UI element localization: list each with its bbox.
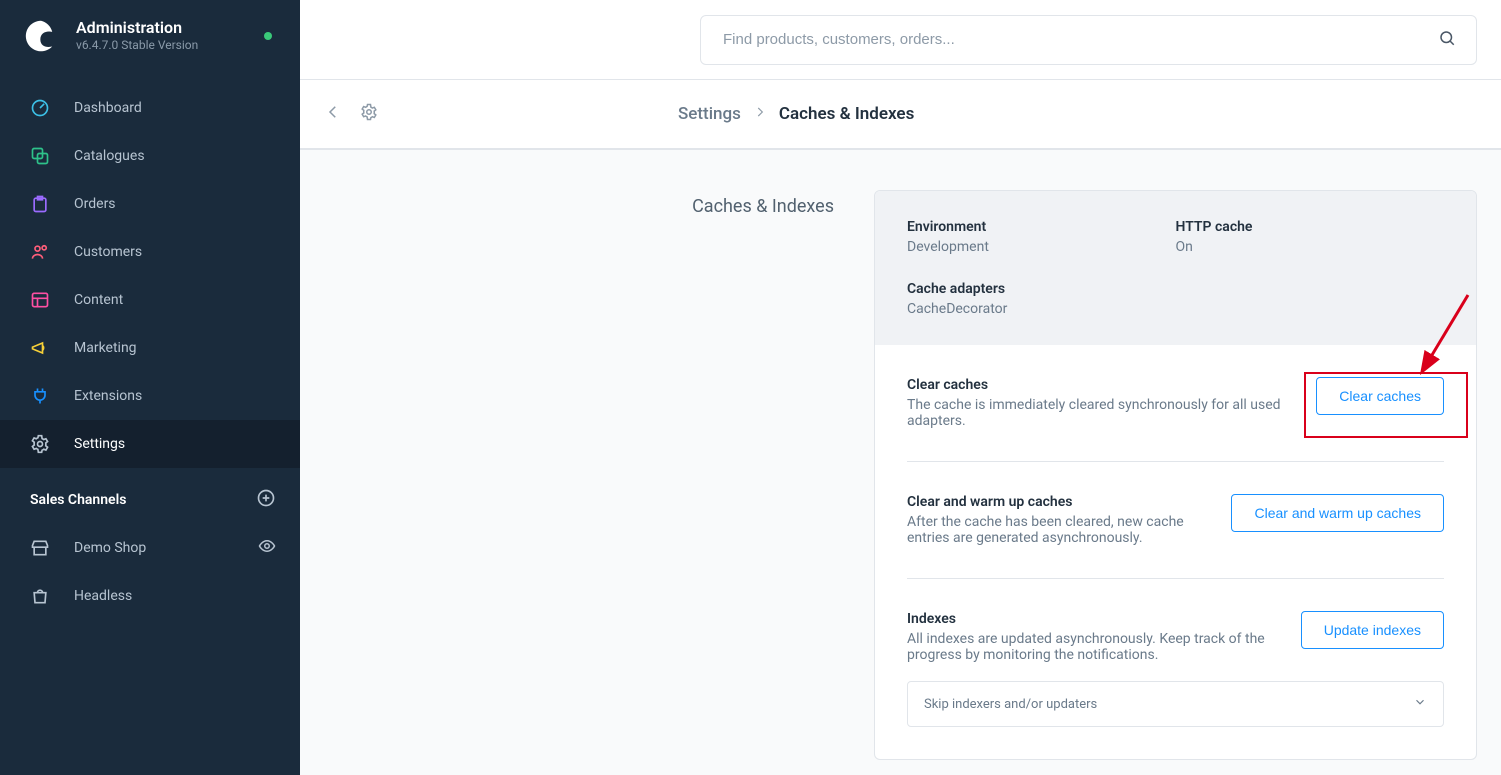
env-value: Development — [907, 239, 1176, 255]
warm-caches-button[interactable]: Clear and warm up caches — [1231, 494, 1444, 532]
sidebar-item-label: Customers — [74, 244, 142, 260]
clear-caches-row: Clear caches The cache is immediately cl… — [907, 345, 1444, 462]
sidebar-item-settings[interactable]: Settings — [0, 420, 300, 468]
people-icon — [30, 242, 50, 262]
sidebar: Administration v6.4.7.0 Stable Version D… — [0, 0, 300, 775]
plug-icon — [30, 386, 50, 406]
clear-caches-button[interactable]: Clear caches — [1316, 377, 1444, 415]
caches-card: Environment Development HTTP cache On Ca… — [874, 190, 1477, 760]
skip-indexers-label: Skip indexers and/or updaters — [924, 697, 1097, 712]
http-cache-value: On — [1176, 239, 1445, 255]
sales-channel-headless[interactable]: Headless — [0, 572, 300, 620]
add-sales-channel-icon[interactable] — [256, 488, 276, 512]
status-indicator-dot — [264, 32, 272, 40]
sidebar-item-label: Extensions — [74, 388, 142, 404]
top-bar — [300, 0, 1501, 80]
http-cache-label: HTTP cache — [1176, 219, 1445, 235]
breadcrumb: Settings Caches & Indexes — [678, 104, 914, 124]
sales-channel-demo-shop[interactable]: Demo Shop — [0, 524, 300, 572]
clipboard-icon — [30, 194, 50, 214]
content-area: Caches & Indexes Environment Development… — [300, 150, 1501, 775]
sidebar-item-extensions[interactable]: Extensions — [0, 372, 300, 420]
breadcrumb-parent[interactable]: Settings — [678, 104, 741, 124]
cache-adapters-value: CacheDecorator — [907, 301, 1176, 317]
http-cache-info: HTTP cache On — [1176, 219, 1445, 255]
clear-caches-title: Clear caches — [907, 377, 1292, 393]
indexes-row: Indexes All indexes are updated asynchro… — [907, 579, 1444, 673]
page-title: Caches & Indexes — [494, 190, 834, 760]
chevron-right-icon — [753, 104, 767, 124]
warm-caches-row: Clear and warm up caches After the cache… — [907, 462, 1444, 579]
global-search[interactable] — [700, 15, 1477, 65]
warm-caches-title: Clear and warm up caches — [907, 494, 1207, 510]
warm-caches-desc: After the cache has been cleared, new ca… — [907, 514, 1207, 546]
search-icon — [1438, 29, 1456, 51]
sidebar-item-label: Dashboard — [74, 100, 142, 116]
sidebar-item-label: Catalogues — [74, 148, 145, 164]
main-area: Settings Caches & Indexes Caches & Index… — [300, 0, 1501, 775]
gauge-icon — [30, 98, 50, 118]
app-logo — [24, 19, 58, 53]
content-icon — [30, 290, 50, 310]
indexes-title: Indexes — [907, 611, 1277, 627]
eye-icon[interactable] — [258, 537, 276, 559]
update-indexes-button[interactable]: Update indexes — [1301, 611, 1444, 649]
cache-adapters-label: Cache adapters — [907, 281, 1176, 297]
back-icon[interactable] — [324, 103, 342, 125]
layers-icon — [30, 146, 50, 166]
sales-channel-label: Demo Shop — [74, 540, 258, 556]
page-settings-gear-icon[interactable] — [360, 103, 378, 125]
gear-icon — [30, 434, 50, 454]
indexes-desc: All indexes are updated asynchronously. … — [907, 631, 1277, 663]
chevron-down-icon — [1413, 695, 1427, 713]
storefront-icon — [30, 538, 50, 558]
sidebar-item-orders[interactable]: Orders — [0, 180, 300, 228]
sidebar-item-marketing[interactable]: Marketing — [0, 324, 300, 372]
sidebar-item-label: Orders — [74, 196, 116, 212]
sidebar-item-label: Content — [74, 292, 123, 308]
sales-channel-label: Headless — [74, 588, 132, 604]
sidebar-item-customers[interactable]: Customers — [0, 228, 300, 276]
env-label: Environment — [907, 219, 1176, 235]
sidebar-item-catalogues[interactable]: Catalogues — [0, 132, 300, 180]
app-title: Administration — [76, 18, 198, 37]
card-info-header: Environment Development HTTP cache On Ca… — [875, 191, 1476, 345]
sidebar-item-dashboard[interactable]: Dashboard — [0, 84, 300, 132]
sidebar-header: Administration v6.4.7.0 Stable Version — [0, 0, 300, 72]
sidebar-item-label: Settings — [74, 436, 125, 452]
sidebar-item-label: Marketing — [74, 340, 137, 356]
megaphone-icon — [30, 338, 50, 358]
env-info: Environment Development — [907, 219, 1176, 255]
cache-adapters-info: Cache adapters CacheDecorator — [907, 281, 1176, 317]
search-input[interactable] — [721, 30, 1438, 49]
clear-caches-desc: The cache is immediately cleared synchro… — [907, 397, 1292, 429]
skip-indexers-select[interactable]: Skip indexers and/or updaters — [907, 681, 1444, 727]
sidebar-item-content[interactable]: Content — [0, 276, 300, 324]
app-version: v6.4.7.0 Stable Version — [76, 37, 198, 54]
breadcrumb-current: Caches & Indexes — [779, 104, 914, 124]
sales-channels-header: Sales Channels — [0, 468, 300, 524]
bag-icon — [30, 586, 50, 606]
sales-channels-title: Sales Channels — [30, 492, 126, 508]
main-nav: Dashboard Catalogues Orders Customers Co… — [0, 84, 300, 468]
breadcrumb-bar: Settings Caches & Indexes — [300, 80, 1501, 150]
